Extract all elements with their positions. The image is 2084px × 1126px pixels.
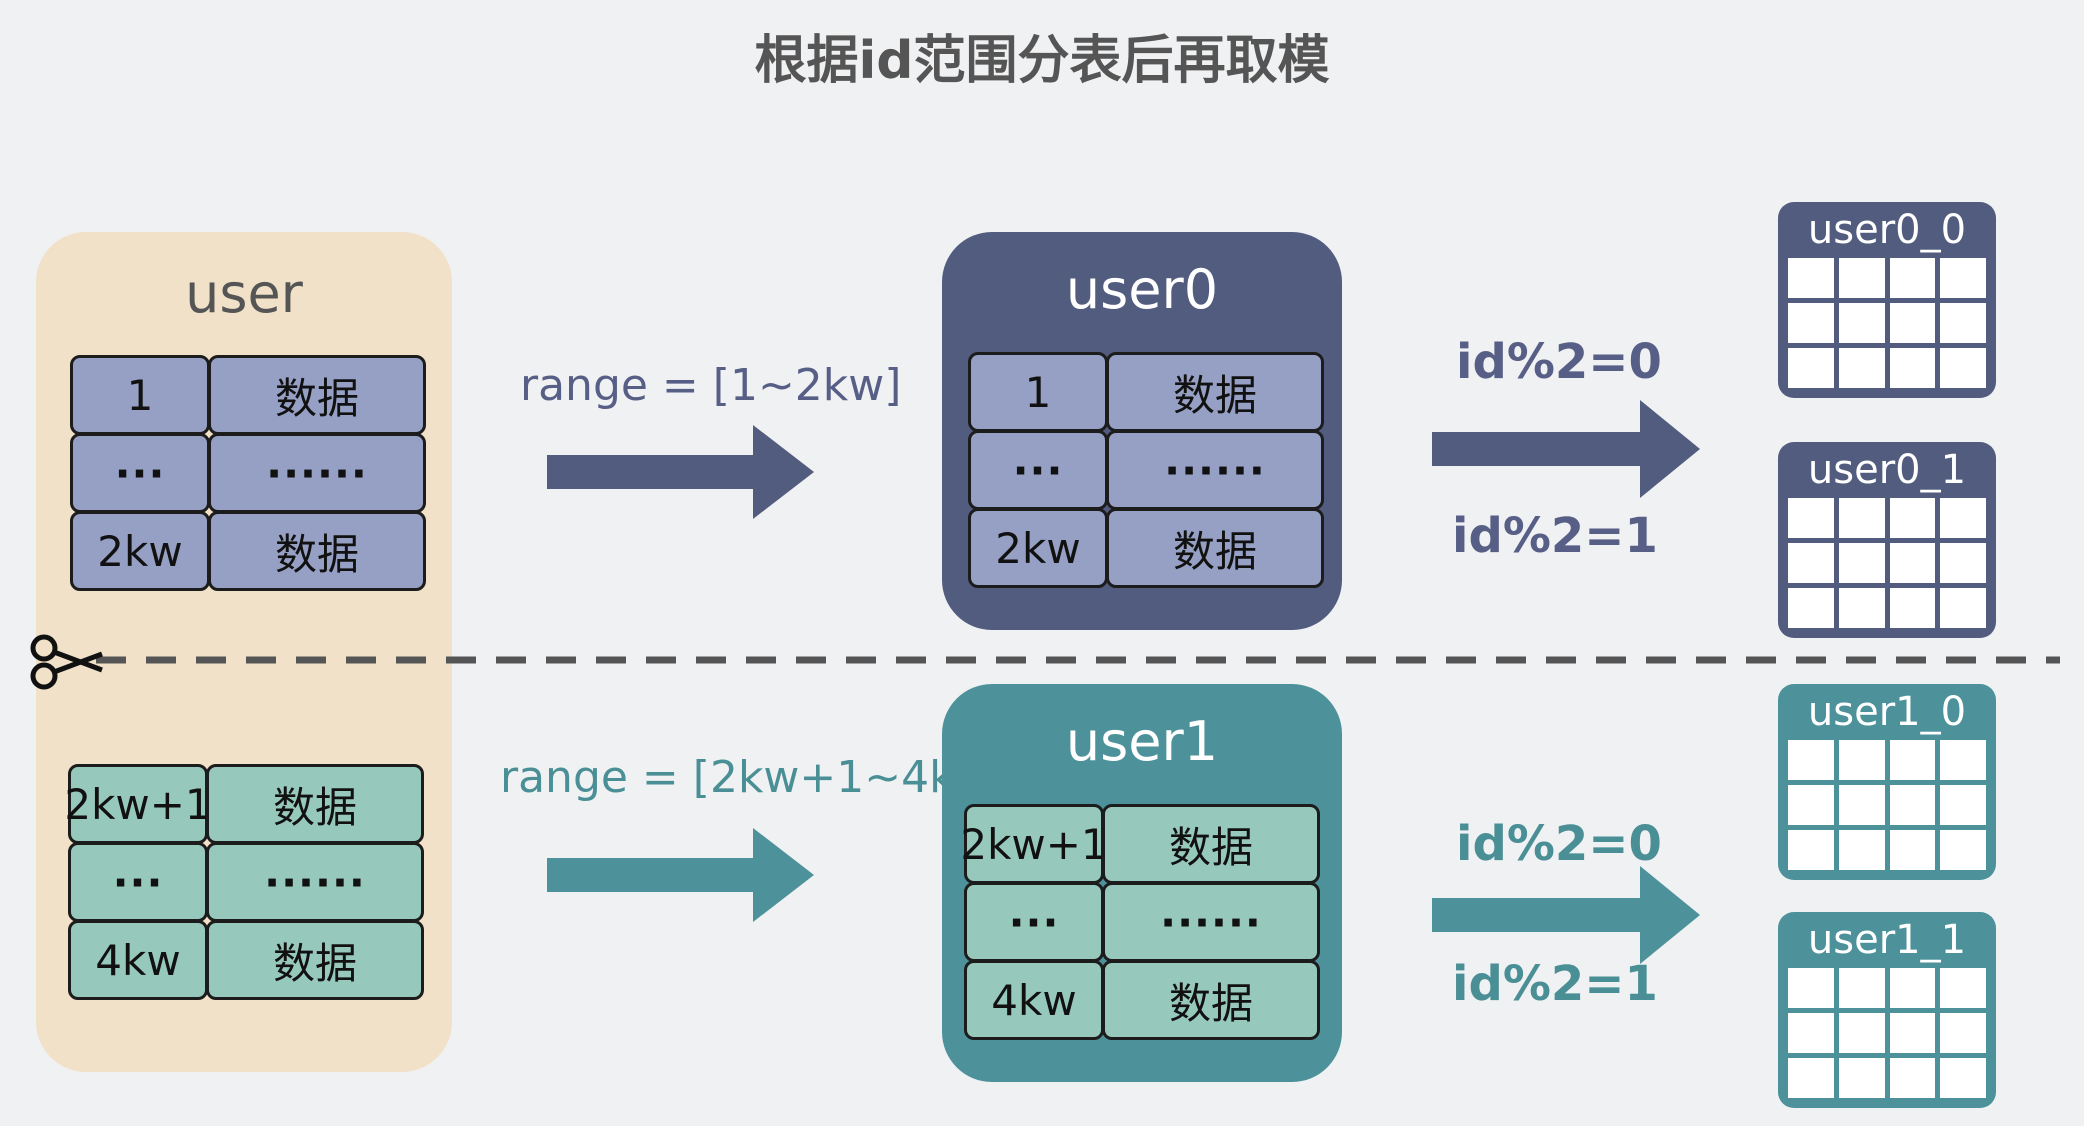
arrow-range-top xyxy=(547,425,814,519)
arrow-mod-user0 xyxy=(1432,400,1700,498)
arrow-mod-user1 xyxy=(1432,866,1700,964)
scissors-icon xyxy=(30,634,103,690)
connectors-layer xyxy=(30,400,2060,964)
arrow-range-bottom xyxy=(547,828,814,922)
diagram-canvas: 根据id范围分表后再取模 user 1 数据 ··· ······ 2kw 数据… xyxy=(0,0,2084,1126)
